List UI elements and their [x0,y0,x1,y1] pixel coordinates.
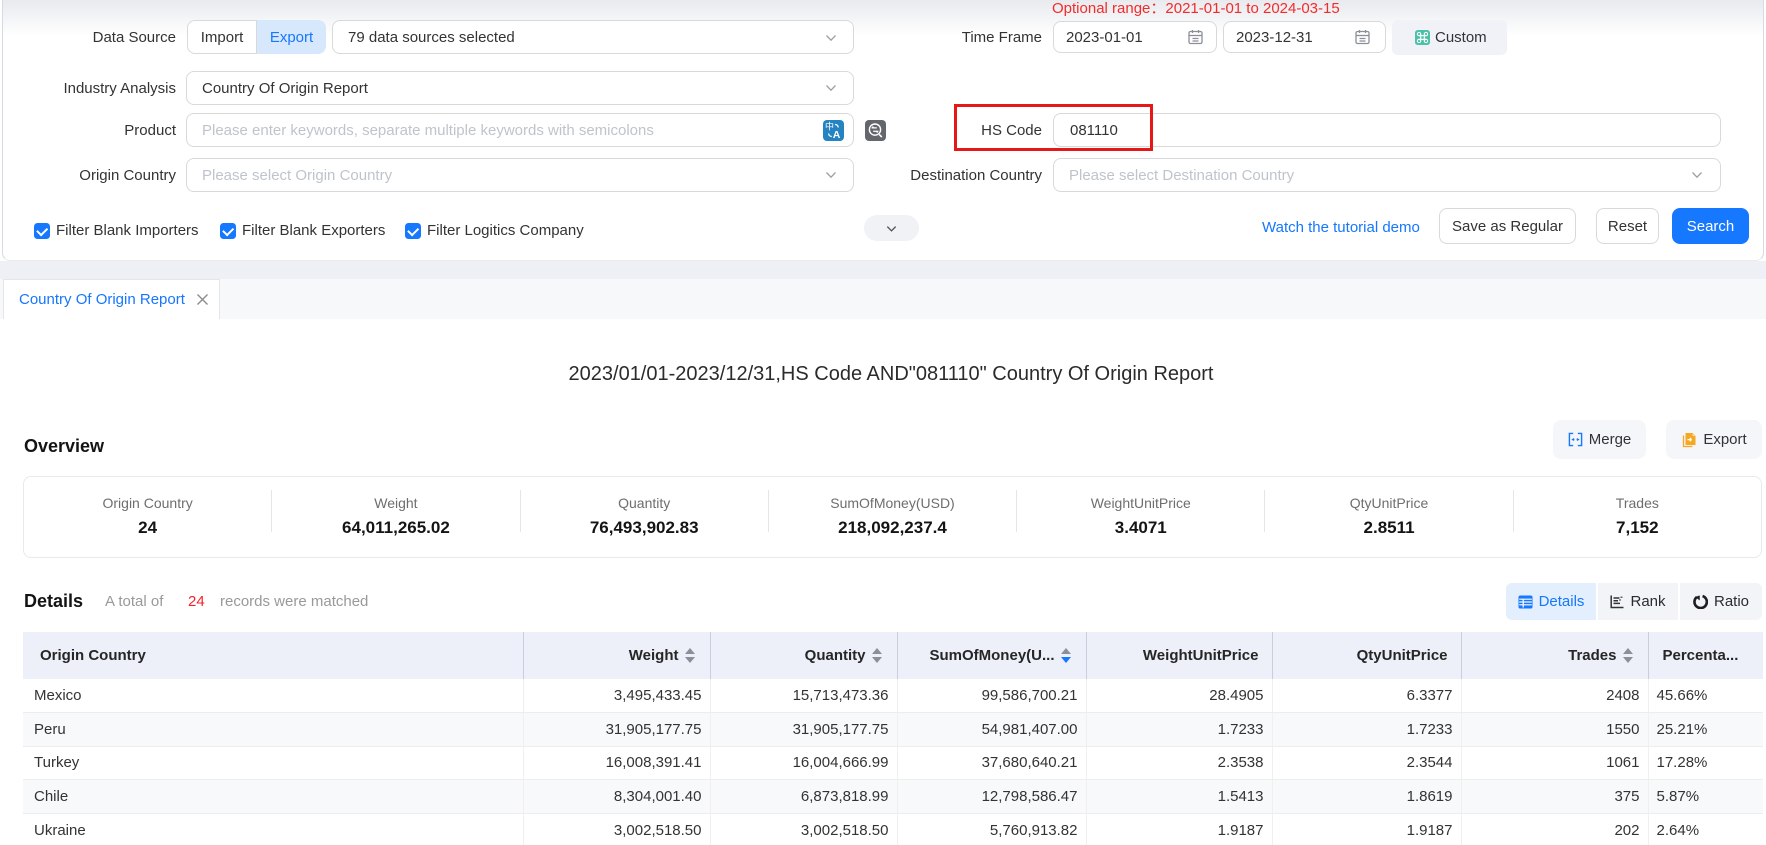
svg-text:A: A [833,129,841,141]
